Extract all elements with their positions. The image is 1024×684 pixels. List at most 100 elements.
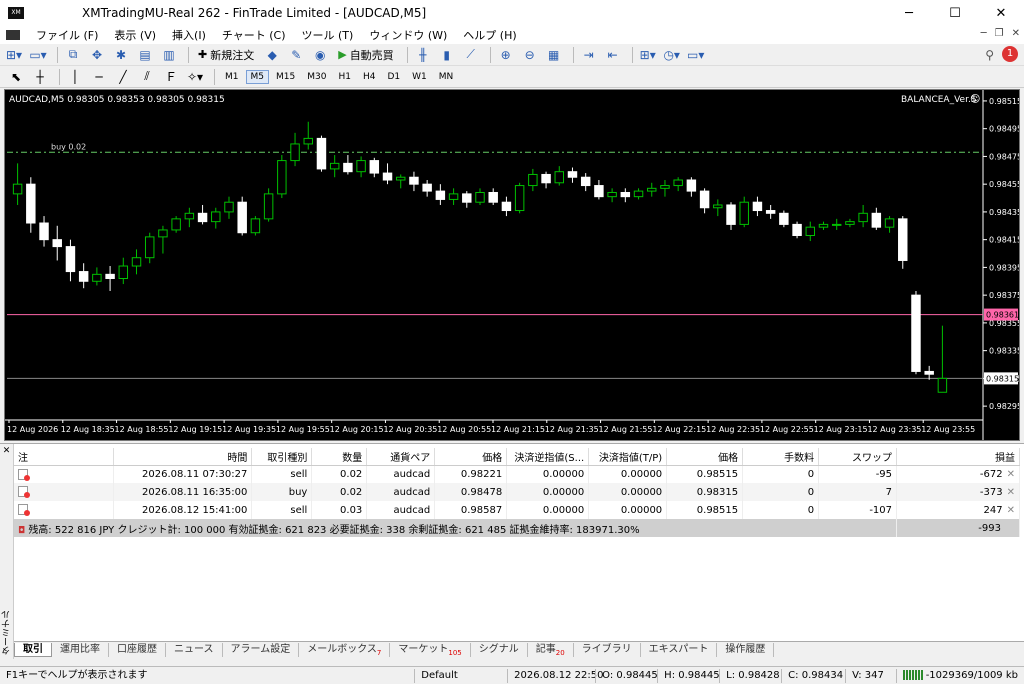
channel-icon[interactable]: ⫽ bbox=[137, 68, 157, 86]
chart-canvas[interactable]: 0.98515 0.98495 0.98475 0.98455 0.98435 0.984… bbox=[5, 90, 1019, 440]
candle-body bbox=[396, 176, 406, 181]
tab-market[interactable]: マーケット105 bbox=[390, 643, 471, 657]
new-order-button[interactable]: ✚ 新規注文 bbox=[194, 46, 258, 64]
tab-signals[interactable]: シグナル bbox=[471, 643, 528, 657]
maximize-button[interactable]: ☐ bbox=[932, 0, 978, 26]
tab-articles[interactable]: 記事20 bbox=[528, 643, 574, 657]
col-time[interactable]: 時間 bbox=[113, 448, 253, 466]
metaeditor-icon[interactable]: ◆ bbox=[262, 46, 282, 64]
market-watch-icon[interactable]: ⧉ bbox=[63, 46, 83, 64]
menu-charts[interactable]: チャート (C) bbox=[214, 27, 294, 43]
candle-body bbox=[765, 210, 776, 214]
tab-exposure[interactable]: 運用比率 bbox=[52, 643, 109, 657]
timeframe-m15[interactable]: M15 bbox=[271, 70, 300, 84]
separator bbox=[489, 46, 491, 63]
line-chart-icon[interactable]: ⟋ bbox=[461, 46, 481, 64]
close-position-icon[interactable]: ✕ bbox=[1003, 505, 1015, 516]
candle-body bbox=[884, 218, 895, 228]
table-row[interactable]: 2026.08.12 15:41:00 sell 0.03 audcad 0.9… bbox=[14, 501, 1020, 519]
navigator-icon[interactable]: ✱ bbox=[111, 46, 131, 64]
signals-icon[interactable]: ✎ bbox=[286, 46, 306, 64]
close-position-icon[interactable]: ✕ bbox=[1003, 487, 1015, 498]
shapes-icon[interactable]: ✧▾ bbox=[185, 68, 205, 86]
col-cur-price[interactable]: 価格 bbox=[666, 448, 744, 466]
chart-window-icon[interactable] bbox=[6, 30, 20, 40]
horizontal-line-icon[interactable]: ─ bbox=[89, 68, 109, 86]
close-position-icon[interactable]: ✕ bbox=[1003, 469, 1015, 480]
tab-mailbox[interactable]: メールボックス7 bbox=[299, 643, 391, 657]
timeframe-m30[interactable]: M30 bbox=[302, 70, 331, 84]
data-window-icon[interactable]: ✥ bbox=[87, 46, 107, 64]
vertical-line-icon[interactable]: │ bbox=[65, 68, 85, 86]
balance-summary-row[interactable]: ◘ 残高: 522 816 JPY クレジット計: 100 000 有効証拠金:… bbox=[14, 519, 1020, 537]
candle-body bbox=[290, 143, 300, 162]
candle-body bbox=[699, 190, 710, 209]
tab-trade[interactable]: 取引 bbox=[14, 643, 52, 657]
minimize-button[interactable]: ─ bbox=[886, 0, 932, 26]
timeframe-m5[interactable]: M5 bbox=[245, 69, 269, 84]
col-symbol[interactable]: 通貨ペア bbox=[366, 448, 436, 466]
auto-trading-button[interactable]: ▶ 自動売買 bbox=[334, 46, 397, 64]
close-button[interactable]: ✕ bbox=[978, 0, 1024, 26]
menu-tools[interactable]: ツール (T) bbox=[294, 27, 362, 43]
menu-help[interactable]: ヘルプ (H) bbox=[455, 27, 524, 43]
menu-file[interactable]: ファイル (F) bbox=[28, 27, 106, 43]
menu-window[interactable]: ウィンドウ (W) bbox=[361, 27, 455, 43]
col-tp[interactable]: 決済指値(T/P) bbox=[588, 448, 668, 466]
mdi-close-icon[interactable]: ✕ bbox=[1012, 28, 1020, 39]
tab-experts[interactable]: エキスパート bbox=[641, 643, 718, 657]
crosshair-icon[interactable]: ┼ bbox=[30, 68, 50, 86]
chart-shift-icon[interactable]: ⇤ bbox=[603, 46, 623, 64]
col-commission[interactable]: 手数料 bbox=[742, 448, 820, 466]
notification-badge[interactable]: 1 bbox=[1002, 46, 1018, 62]
cursor-icon[interactable]: ⬉ bbox=[6, 68, 26, 86]
timeframe-mn[interactable]: MN bbox=[434, 70, 459, 84]
candlestick-icon[interactable]: ▮ bbox=[437, 46, 457, 64]
trendline-icon[interactable]: ╱ bbox=[113, 68, 133, 86]
tab-history[interactable]: 口座履歴 bbox=[109, 643, 166, 657]
tester-icon[interactable]: ▥ bbox=[159, 46, 179, 64]
row-sl: 0.00000 bbox=[506, 501, 590, 519]
terminal-icon[interactable]: ▤ bbox=[135, 46, 155, 64]
col-swap[interactable]: スワップ bbox=[818, 448, 898, 466]
col-type[interactable]: 取引種別 bbox=[251, 448, 313, 466]
periods-icon[interactable]: ◷▾ bbox=[662, 46, 682, 64]
col-order[interactable]: 注 bbox=[14, 448, 115, 466]
terminal-close-icon[interactable]: ✕ bbox=[0, 446, 13, 456]
vps-icon[interactable]: ◉ bbox=[310, 46, 330, 64]
tile-windows-icon[interactable]: ▦ bbox=[544, 46, 564, 64]
search-icon[interactable]: ⚲ bbox=[985, 48, 994, 62]
menu-view[interactable]: 表示 (V) bbox=[106, 27, 164, 43]
zoom-in-icon[interactable]: ⊕ bbox=[496, 46, 516, 64]
tab-alerts[interactable]: アラーム設定 bbox=[223, 643, 300, 657]
col-volume[interactable]: 数量 bbox=[311, 448, 368, 466]
timeframe-m1[interactable]: M1 bbox=[220, 70, 244, 84]
timeframe-d1[interactable]: D1 bbox=[382, 70, 405, 84]
timeframe-h4[interactable]: H4 bbox=[358, 70, 381, 84]
menu-insert[interactable]: 挿入(I) bbox=[164, 27, 214, 43]
candle-body bbox=[237, 201, 247, 234]
zoom-out-icon[interactable]: ⊖ bbox=[520, 46, 540, 64]
tab-library[interactable]: ライブラリ bbox=[574, 643, 641, 657]
table-row[interactable]: 2026.08.11 16:35:00 buy 0.02 audcad 0.98… bbox=[14, 483, 1020, 501]
mdi-restore-icon[interactable]: ❐ bbox=[995, 28, 1004, 39]
fibonacci-icon[interactable]: Ｆ bbox=[161, 68, 181, 86]
col-sl[interactable]: 決済逆指値(S... bbox=[506, 448, 590, 466]
autoscroll-icon[interactable]: ⇥ bbox=[579, 46, 599, 64]
price-chart[interactable]: 0.98515 0.98495 0.98475 0.98455 0.98435 0.984… bbox=[4, 89, 1020, 441]
mdi-minimize-icon[interactable]: ─ bbox=[981, 28, 987, 39]
status-traffic-cell[interactable]: -1029369/1009 kb bbox=[895, 668, 1024, 683]
table-row[interactable]: 2026.08.11 07:30:27 sell 0.02 audcad 0.9… bbox=[14, 465, 1020, 483]
col-profit[interactable]: 損益 bbox=[896, 448, 1020, 466]
timeframe-w1[interactable]: W1 bbox=[407, 70, 432, 84]
order-icon bbox=[18, 486, 30, 499]
tab-journal[interactable]: 操作履歴 bbox=[717, 643, 775, 657]
col-price[interactable]: 価格 bbox=[434, 448, 508, 466]
tab-news[interactable]: ニュース bbox=[166, 643, 223, 657]
timeframe-h1[interactable]: H1 bbox=[333, 70, 356, 84]
indicators-icon[interactable]: ⊞▾ bbox=[638, 46, 658, 64]
new-chart-icon[interactable]: ⊞▾ bbox=[4, 46, 24, 64]
bar-chart-icon[interactable]: ╫ bbox=[413, 46, 433, 64]
templates-icon[interactable]: ▭▾ bbox=[686, 46, 706, 64]
profiles-icon[interactable]: ▭▾ bbox=[28, 46, 48, 64]
